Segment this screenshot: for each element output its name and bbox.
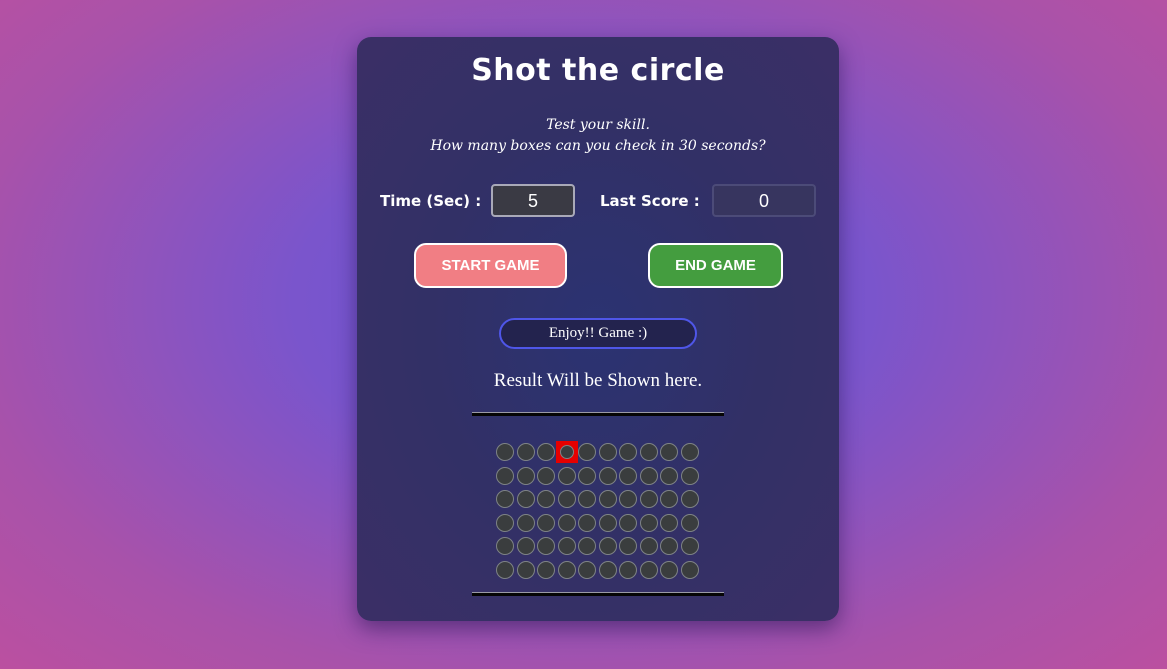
circle-target[interactable] — [598, 490, 617, 508]
circle-target[interactable] — [516, 443, 535, 461]
last-score-label: Last Score : — [600, 192, 700, 210]
start-game-button[interactable]: START GAME — [414, 243, 567, 288]
last-score-field: 0 — [712, 184, 816, 217]
circle-target[interactable] — [578, 537, 596, 555]
circle-target[interactable] — [516, 490, 535, 508]
circle-target[interactable] — [639, 560, 658, 579]
circle-target[interactable] — [578, 443, 596, 461]
circle-target[interactable] — [619, 513, 637, 532]
circle-target[interactable] — [537, 466, 555, 485]
circle-target[interactable] — [598, 466, 617, 485]
circle-target[interactable] — [537, 490, 555, 508]
circle-target[interactable] — [537, 537, 555, 555]
circle-target[interactable] — [660, 513, 678, 532]
result-text: Result Will be Shown here. — [493, 370, 703, 391]
circle-target[interactable] — [496, 513, 514, 532]
circle-target[interactable] — [660, 466, 678, 485]
circle-target[interactable] — [537, 560, 555, 579]
circle-target[interactable] — [578, 490, 596, 508]
circle-target[interactable] — [680, 513, 699, 532]
game-card: Shot the circle Test your skill. How man… — [357, 37, 839, 621]
circle-target[interactable] — [557, 513, 576, 532]
circle-target[interactable] — [537, 513, 555, 532]
subtitle-line-1: Test your skill. — [546, 117, 650, 133]
circle-target[interactable] — [639, 443, 658, 461]
circle-target[interactable] — [598, 560, 617, 579]
subtitle-line-2: How many boxes can you check in 30 secon… — [430, 138, 766, 154]
circle-target[interactable] — [619, 560, 637, 579]
circle-target[interactable] — [557, 560, 576, 579]
circle-target[interactable] — [619, 443, 637, 461]
time-label: Time (Sec) : — [380, 192, 482, 210]
circle-target[interactable] — [496, 443, 514, 461]
circle-target[interactable] — [660, 443, 678, 461]
circle-target[interactable] — [578, 513, 596, 532]
game-title: Shot the circle — [471, 53, 725, 88]
circle-target[interactable] — [680, 466, 699, 485]
circle-target[interactable] — [496, 490, 514, 508]
circle-target-active[interactable] — [555, 441, 578, 463]
circle-target[interactable] — [598, 513, 617, 532]
game-subtitle: Test your skill. How many boxes can you … — [357, 115, 839, 157]
circle-target[interactable] — [619, 490, 637, 508]
circle-target[interactable] — [557, 490, 576, 508]
circle-target[interactable] — [557, 537, 576, 555]
circle-target[interactable] — [639, 513, 658, 532]
circle-target[interactable] — [619, 466, 637, 485]
time-input[interactable]: 5 — [491, 184, 575, 217]
circle-target[interactable] — [578, 466, 596, 485]
divider-bottom — [472, 592, 724, 596]
circle-target[interactable] — [516, 466, 535, 485]
circle-target[interactable] — [680, 443, 699, 461]
end-game-button[interactable]: END GAME — [648, 243, 783, 288]
circle-target[interactable] — [660, 560, 678, 579]
circle-target[interactable] — [557, 466, 576, 485]
circle-target[interactable] — [619, 537, 637, 555]
circle-target[interactable] — [660, 490, 678, 508]
circle-target[interactable] — [639, 537, 658, 555]
divider-top — [472, 412, 724, 416]
circle-target[interactable] — [680, 560, 699, 579]
circle-target[interactable] — [496, 466, 514, 485]
circle-target[interactable] — [598, 443, 617, 461]
circle-target[interactable] — [496, 537, 514, 555]
circle-target[interactable] — [598, 537, 617, 555]
circle-target[interactable] — [660, 537, 678, 555]
status-message: Enjoy!! Game :) — [499, 318, 697, 349]
circle-target[interactable] — [537, 443, 555, 461]
circle-target[interactable] — [680, 537, 699, 555]
circle-target[interactable] — [639, 466, 658, 485]
circle-target[interactable] — [516, 560, 535, 579]
circle-target[interactable] — [516, 537, 535, 555]
circle-target[interactable] — [578, 560, 596, 579]
circle-target[interactable] — [496, 560, 514, 579]
circle-target[interactable] — [680, 490, 699, 508]
circle-target[interactable] — [639, 490, 658, 508]
circle-target[interactable] — [516, 513, 535, 532]
